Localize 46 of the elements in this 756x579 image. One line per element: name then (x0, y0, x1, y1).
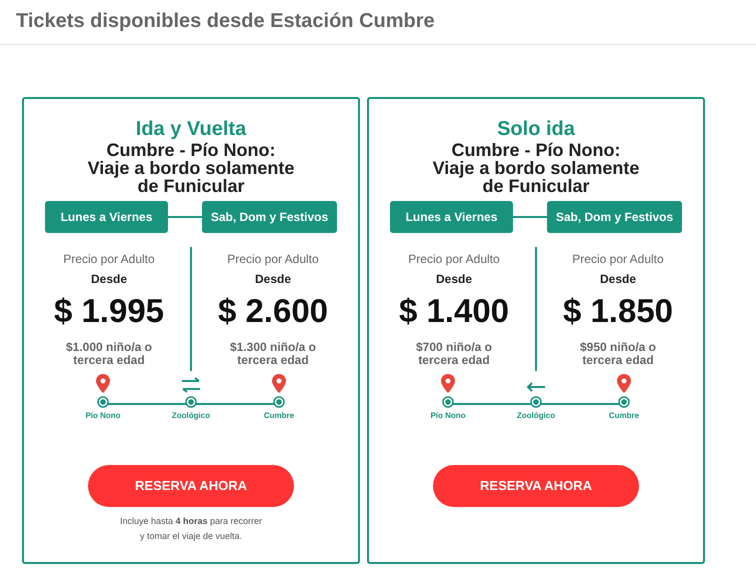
map-pin-icon (96, 374, 110, 393)
reduced-price: $700 niño/a o tercera edad (416, 341, 492, 367)
page-heading: Tickets disponibles desde Estación Cumbre (16, 9, 435, 34)
station-label: Cumbre (608, 410, 640, 422)
day-type-label: Sab, Dom y Festivos (547, 201, 682, 233)
station-label: Zoológico (172, 410, 210, 422)
station-marker-icon (273, 396, 285, 408)
reduced-price: $1.300 niño/a o tercera edad (230, 341, 316, 367)
price-prefix: Desde (254, 271, 292, 287)
reserve-button[interactable]: RESERVA AHORA (88, 465, 294, 507)
route-description: Cumbre - Pío Nono: Viaje a bordo solamente de Funicular (432, 141, 640, 195)
day-type-label: Sab, Dom y Festivos (202, 201, 337, 233)
station-label: Pío Nono (430, 410, 466, 422)
station-label: Pío Nono (85, 410, 121, 422)
day-type-label: Lunes a Viernes (45, 201, 168, 233)
adult-price: $ 2.600 (218, 291, 328, 331)
price-prefix: Desde (90, 271, 128, 287)
price-label: Precio por Adulto (227, 251, 319, 267)
price-prefix: Desde (600, 271, 636, 287)
map-pin-icon (272, 374, 286, 393)
adult-price: $ 1.400 (398, 291, 510, 331)
price-label: Precio por Adulto (408, 251, 500, 267)
ticket-title: Solo ida (497, 117, 575, 141)
station-label: Cumbre (264, 410, 294, 422)
station-marker-icon (530, 396, 542, 408)
price-label: Precio por Adulto (63, 251, 155, 267)
station-marker-icon (442, 396, 454, 408)
adult-price: $ 1.995 (54, 291, 164, 331)
ticket-title: Ida y Vuelta (136, 117, 246, 141)
reserve-button[interactable]: RESERVA AHORA (433, 465, 639, 507)
booking-note: Incluye hasta 4 horas para recorrer y tomar el viaje de vuelta. (120, 515, 262, 543)
left-arrow-icon (526, 381, 546, 393)
station-marker-icon (97, 396, 109, 408)
map-pin-icon (441, 374, 455, 393)
station-marker-icon (185, 396, 197, 408)
route-description: Cumbre - Pío Nono: Viaje a bordo solamente de Funicular (88, 141, 294, 195)
reduced-price: $1.000 niño/a o tercera edad (66, 341, 152, 367)
adult-price: $ 1.850 (562, 291, 674, 331)
map-pin-icon (617, 374, 631, 393)
station-label: Zoológico (516, 410, 556, 422)
price-label: Precio por Adulto (572, 251, 664, 267)
reduced-price: $950 niño/a o tercera edad (580, 341, 656, 367)
swap-arrows-icon (181, 377, 201, 393)
day-type-label: Lunes a Viernes (390, 201, 513, 233)
station-marker-icon (618, 396, 630, 408)
price-prefix: Desde (436, 271, 472, 287)
